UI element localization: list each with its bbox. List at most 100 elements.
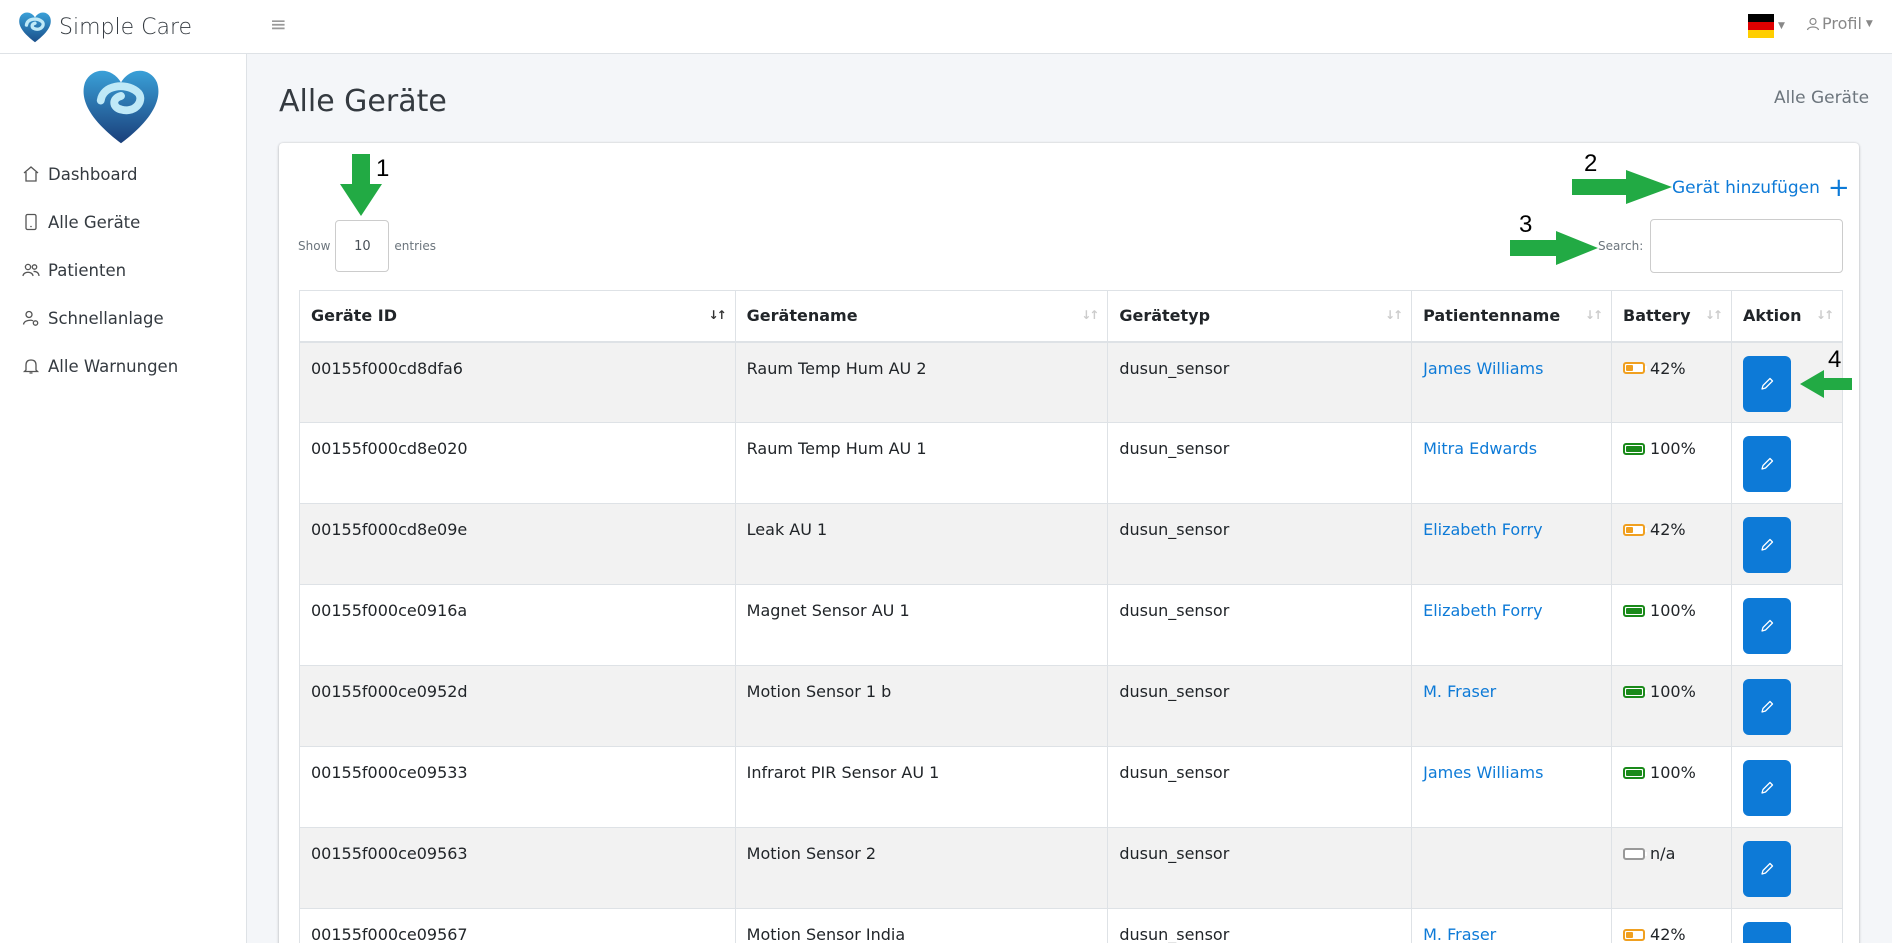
sort-icon: ↓↑: [1704, 308, 1723, 322]
battery-icon: [1623, 685, 1648, 698]
sidebar-item-dashboard[interactable]: Dashboard: [0, 150, 246, 198]
cell-battery: 42%: [1611, 341, 1732, 423]
battery-status: 100%: [1623, 682, 1720, 701]
cell-patient-link[interactable]: M. Fraser: [1411, 665, 1613, 747]
profile-dropdown[interactable]: Profil ▼: [1806, 14, 1873, 33]
cell-action: [1730, 665, 1844, 747]
cell-device-type: dusun_sensor: [1107, 746, 1413, 828]
tablet-icon: [22, 213, 40, 231]
cell-device-id: 00155f000ce0916a: [299, 584, 736, 666]
annotation-label-1: 1: [376, 155, 390, 182]
cell-device-type: dusun_sensor: [1107, 908, 1413, 943]
column-header-aktion[interactable]: Aktion ↓↑: [1730, 290, 1844, 343]
search-input[interactable]: [1650, 219, 1843, 273]
annotation-label-4: 4: [1828, 346, 1842, 373]
cell-device-name: Leak AU 1: [734, 503, 1109, 585]
user-icon: [1806, 17, 1820, 30]
cell-device-id: 00155f000cd8e020: [299, 422, 736, 504]
edit-button[interactable]: [1742, 922, 1791, 943]
cell-device-id: 00155f000ce09563: [299, 827, 736, 909]
brand[interactable]: Simple Care: [16, 5, 192, 49]
column-header-geraetename[interactable]: Gerätename ↓↑: [734, 290, 1109, 343]
battery-level-fill: [1626, 688, 1643, 695]
cell-device-type: dusun_sensor: [1107, 665, 1413, 747]
sidebar-item-alle-warnungen[interactable]: Alle Warnungen: [0, 342, 246, 390]
battery-value: 42%: [1650, 520, 1686, 539]
add-device-button[interactable]: Gerät hinzufügen +: [1672, 175, 1850, 201]
cell-action: [1730, 422, 1844, 504]
battery-level-fill: [1626, 526, 1633, 533]
cell-device-id: 00155f000ce09567: [299, 908, 736, 943]
cell-patient-link[interactable]: Mitra Edwards: [1411, 422, 1613, 504]
users-icon: [22, 261, 40, 279]
entries-label: entries: [394, 239, 436, 253]
table-row: 00155f000ce09563 Motion Sensor 2 dusun_sen…: [299, 827, 1844, 909]
cell-battery: 100%: [1611, 746, 1732, 828]
pencil-icon: [1761, 377, 1774, 390]
cell-action: [1730, 503, 1844, 585]
cell-patient-link[interactable]: [1411, 827, 1613, 909]
pencil-icon: [1761, 538, 1774, 551]
cell-device-type: dusun_sensor: [1107, 422, 1413, 504]
chevron-down-icon: ▼: [1865, 18, 1873, 29]
annotation-arrow-4: [1800, 370, 1852, 398]
edit-button[interactable]: [1742, 436, 1791, 492]
cell-patient-link[interactable]: James Williams: [1411, 341, 1613, 423]
language-dropdown[interactable]: ▼: [1748, 14, 1785, 38]
edit-button[interactable]: [1742, 841, 1791, 897]
page-title: Alle Geräte: [279, 84, 447, 119]
cell-patient-link[interactable]: Elizabeth Forry: [1411, 503, 1613, 585]
sidebar-item-label: Alle Warnungen: [48, 356, 179, 376]
cell-device-name: Motion Sensor 1 b: [734, 665, 1109, 747]
table-header-row: Geräte ID ↓↑ Gerätename ↓↑ Gerätetyp ↓↑ Pat…: [299, 290, 1844, 343]
user-cog-icon: [22, 309, 40, 327]
table-row: 00155f000ce0952d Motion Sensor 1 b dusun_s…: [299, 665, 1844, 747]
column-header-battery[interactable]: Battery ↓↑: [1611, 290, 1732, 343]
cell-device-type: dusun_sensor: [1107, 341, 1413, 423]
entries-length-control: Show 10 entries: [298, 220, 436, 272]
edit-button[interactable]: [1742, 679, 1791, 735]
column-header-label: Geräte ID: [311, 306, 397, 326]
battery-level-fill: [1626, 769, 1643, 776]
edit-button[interactable]: [1742, 517, 1791, 573]
cell-action: [1730, 827, 1844, 909]
sidebar-item-alle-geraete[interactable]: Alle Geräte: [0, 198, 246, 246]
battery-level-fill: [1626, 931, 1633, 938]
annotation-label-3: 3: [1519, 211, 1533, 238]
brand-name: Simple Care: [59, 14, 193, 40]
edit-button[interactable]: [1742, 760, 1791, 816]
cell-battery: 100%: [1611, 665, 1732, 747]
cell-action: [1730, 584, 1844, 666]
cell-battery: n/a: [1611, 827, 1732, 909]
sidebar: Dashboard Alle Geräte Patienten Schnella…: [0, 54, 247, 943]
column-header-label: Patientenname: [1423, 306, 1561, 326]
table-row: 00155f000cd8e09e Leak AU 1 dusun_sensor Eli…: [299, 503, 1844, 585]
add-device-label: Gerät hinzufügen: [1672, 178, 1820, 198]
cell-battery: 42%: [1611, 908, 1732, 943]
column-header-label: Battery: [1623, 306, 1691, 326]
column-header-label: Aktion: [1742, 306, 1802, 326]
sidebar-nav: Dashboard Alle Geräte Patienten Schnella…: [0, 150, 246, 390]
cell-patient-link[interactable]: James Williams: [1411, 746, 1613, 828]
cell-device-id: 00155f000ce09533: [299, 746, 736, 828]
column-header-geraetetyp[interactable]: Gerätetyp ↓↑: [1107, 290, 1413, 343]
menu-toggle-icon[interactable]: ≡: [270, 12, 287, 36]
battery-value: 42%: [1650, 925, 1686, 943]
battery-icon: [1623, 442, 1648, 455]
battery-status: 100%: [1623, 601, 1720, 620]
entries-select[interactable]: 10: [335, 220, 390, 272]
cell-patient-link[interactable]: M. Fraser: [1411, 908, 1613, 943]
sidebar-item-schnellanlage[interactable]: Schnellanlage: [0, 294, 246, 342]
logo-heart-icon: [19, 12, 51, 43]
cell-device-type: dusun_sensor: [1107, 584, 1413, 666]
cell-patient-link[interactable]: Elizabeth Forry: [1411, 584, 1613, 666]
battery-value: 100%: [1650, 682, 1696, 701]
edit-button[interactable]: [1742, 355, 1791, 412]
column-header-geraete-id[interactable]: Geräte ID ↓↑: [299, 290, 736, 343]
profile-label: Profil: [1822, 14, 1862, 33]
cell-device-name: Infrarot PIR Sensor AU 1: [734, 746, 1109, 828]
sidebar-item-patienten[interactable]: Patienten: [0, 246, 246, 294]
column-header-patientenname[interactable]: Patientenname ↓↑: [1411, 290, 1613, 343]
edit-button[interactable]: [1742, 598, 1791, 654]
plus-icon: +: [1827, 173, 1850, 203]
